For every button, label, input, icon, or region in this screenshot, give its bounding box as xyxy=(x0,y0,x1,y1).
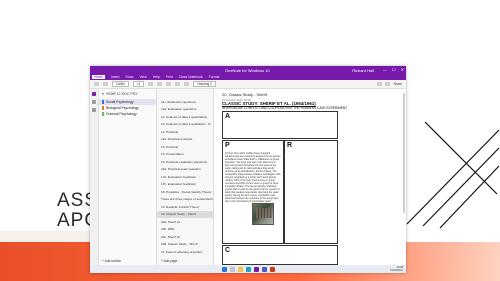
page-list-item[interactable]: 17b. Evaluation feedback xyxy=(157,181,213,189)
dictate-icon[interactable] xyxy=(385,82,391,86)
box-conclusion[interactable]: C xyxy=(222,245,338,265)
section-color-swatch xyxy=(102,106,104,110)
page-list-item[interactable]: 20d. Classic Study - Sherif xyxy=(157,241,213,249)
notebook-name: YEAR 12 SOC PSY xyxy=(105,92,138,96)
menu-insert[interactable]: Insert xyxy=(111,75,119,79)
page-list-item[interactable]: 19. Realistic Conflict Theory xyxy=(157,203,213,211)
page-list-item[interactable]: 20c. Sherif 1b xyxy=(157,233,213,241)
tag-icon[interactable] xyxy=(377,82,383,86)
page-list-item[interactable]: 16. Practical evaluation questions xyxy=(157,158,213,166)
clipboard-icon[interactable] xyxy=(103,82,108,86)
section-label: Biological Psychology xyxy=(106,106,139,110)
page-list-item[interactable]: 17a. Evaluation feedback xyxy=(157,173,213,181)
menu-draw[interactable]: Draw xyxy=(126,75,134,79)
notebook-title[interactable]: ▾ YEAR 12 SOC PSY xyxy=(99,91,156,99)
section-label: Social Psychology xyxy=(106,100,134,104)
maximize-button[interactable]: ☐ xyxy=(392,67,396,72)
procedure-text: 22 boys from white middle class protesta… xyxy=(225,152,281,203)
onenote-window: OneNote for Windows 10 Richard Hall — ☐ … xyxy=(90,66,406,273)
notebooks-icon[interactable] xyxy=(92,92,96,96)
section-color-swatch xyxy=(102,112,104,116)
teams-icon[interactable] xyxy=(261,266,267,272)
box-label-r: R xyxy=(287,142,293,149)
windows-start-icon[interactable] xyxy=(221,266,227,272)
window-body: ▾ YEAR 12 SOC PSY Social Psychology Biol… xyxy=(90,89,406,265)
page-list-item[interactable]: 16a. Practical exam question xyxy=(157,166,213,174)
clock-date: 19/10/2021 xyxy=(390,269,403,272)
page-heading[interactable]: 20. Classic Study - Sherif xyxy=(222,92,267,97)
case-study-subtitle: INTERGROUP CONFLICT AND COOPERATION: THE… xyxy=(222,106,348,110)
search-icon[interactable] xyxy=(229,266,235,272)
box-label-a: A xyxy=(225,113,231,120)
robbers-cave-photo xyxy=(252,203,274,225)
windows-taskbar: 10:38 19/10/2021 xyxy=(90,265,406,273)
page-list-item[interactable]: 14a. Practical example xyxy=(157,136,213,144)
add-section-button[interactable]: + Add section xyxy=(102,259,121,263)
sections-pane: ▾ YEAR 12 SOC PSY Social Psychology Biol… xyxy=(99,89,157,265)
page-canvas[interactable]: 20. Classic Study - Sherif 19 October 20… xyxy=(214,89,406,265)
box-aim[interactable]: A xyxy=(222,111,338,139)
page-list-item[interactable]: 12a. Evaluation questions xyxy=(157,106,213,114)
menu-class-notebook[interactable]: Class Notebook xyxy=(179,75,203,79)
add-page-button[interactable]: + Add page xyxy=(161,259,177,263)
minimize-button[interactable]: — xyxy=(383,67,387,72)
page-list-item[interactable]: 21. Factors affecting prejudice xyxy=(157,248,213,256)
title-bar: OneNote for Windows 10 Richard Hall — ☐ … xyxy=(90,66,406,74)
italic-icon[interactable] xyxy=(157,82,163,86)
font-size-select[interactable]: 11 xyxy=(133,81,145,87)
close-button[interactable]: ✕ xyxy=(401,67,404,72)
section-color-swatch xyxy=(102,100,104,104)
box-label-p: P xyxy=(225,142,230,149)
font-select[interactable]: Calibri xyxy=(112,81,130,87)
page-list-item[interactable]: There are three stages of social identi xyxy=(157,196,213,204)
page-list-item[interactable]: 14. Practical xyxy=(157,128,213,136)
presentation-slide: ASSIG APCR OneNote for Windows 10 Richar… xyxy=(0,0,500,281)
page-list-item[interactable]: 11c. Evaluation questions xyxy=(157,98,213,106)
box-procedure[interactable]: P 22 boys from white middle class protes… xyxy=(222,140,284,244)
pages-pane: 11c. Evaluation questions 12a. Evaluation… xyxy=(157,89,214,265)
chevron-down-icon: ▾ xyxy=(102,92,104,96)
user-name[interactable]: Richard Hall xyxy=(352,68,374,73)
page-list-item[interactable]: 15. Practical xyxy=(157,143,213,151)
edge-icon[interactable] xyxy=(245,266,251,272)
window-title: OneNote for Windows 10 xyxy=(225,68,270,73)
nav-rail xyxy=(90,89,99,265)
window-controls: — ☐ ✕ xyxy=(383,67,404,72)
file-explorer-icon[interactable] xyxy=(237,266,243,272)
powerpoint-icon[interactable] xyxy=(269,266,275,272)
system-clock[interactable]: 10:38 19/10/2021 xyxy=(390,266,403,272)
vertical-scrollbar[interactable] xyxy=(403,93,405,213)
ribbon: Calibri 11 Heading 2 Share xyxy=(90,80,406,89)
onenote-icon[interactable] xyxy=(253,266,259,272)
menu-print[interactable]: Print xyxy=(166,75,173,79)
menu-help[interactable]: Help xyxy=(153,75,160,79)
page-list-item[interactable]: 18. Prejudice - Social Identity Theory xyxy=(157,188,213,196)
bullets-icon[interactable] xyxy=(184,82,190,86)
recent-icon[interactable] xyxy=(92,108,96,112)
page-list-item[interactable]: 20. Classic Study - Sherif xyxy=(157,210,213,218)
box-results[interactable]: R xyxy=(284,140,338,244)
menu-format[interactable]: Format xyxy=(209,75,220,79)
section-criminal-psychology[interactable]: Criminal Psychology xyxy=(99,111,156,117)
menu-view[interactable]: View xyxy=(139,75,146,79)
style-select[interactable]: Heading 2 xyxy=(193,81,216,87)
bold-icon[interactable] xyxy=(148,82,154,86)
page-list-item[interactable]: 13. Analysis of data 2 qualitative - th xyxy=(157,121,213,129)
ribbon-right: Share xyxy=(377,82,402,86)
page-list-item[interactable]: 15. Presentation xyxy=(157,151,213,159)
box-label-c: C xyxy=(225,247,231,254)
page-list: 11c. Evaluation questions 12a. Evaluation… xyxy=(157,98,213,256)
section-label: Criminal Psychology xyxy=(106,112,137,116)
highlight-icon[interactable] xyxy=(175,82,181,86)
menu-home[interactable]: Home xyxy=(92,75,106,79)
share-button[interactable]: Share xyxy=(393,82,402,86)
page-list-item[interactable]: 20a. Sherif 1a xyxy=(157,218,213,226)
search-icon[interactable] xyxy=(92,100,96,104)
page-list-item[interactable]: 20b. RPE xyxy=(157,226,213,234)
undo-icon[interactable] xyxy=(94,82,99,86)
underline-icon[interactable] xyxy=(166,82,172,86)
page-list-item[interactable]: 12. Analysis of data 1 quantitative xyxy=(157,113,213,121)
